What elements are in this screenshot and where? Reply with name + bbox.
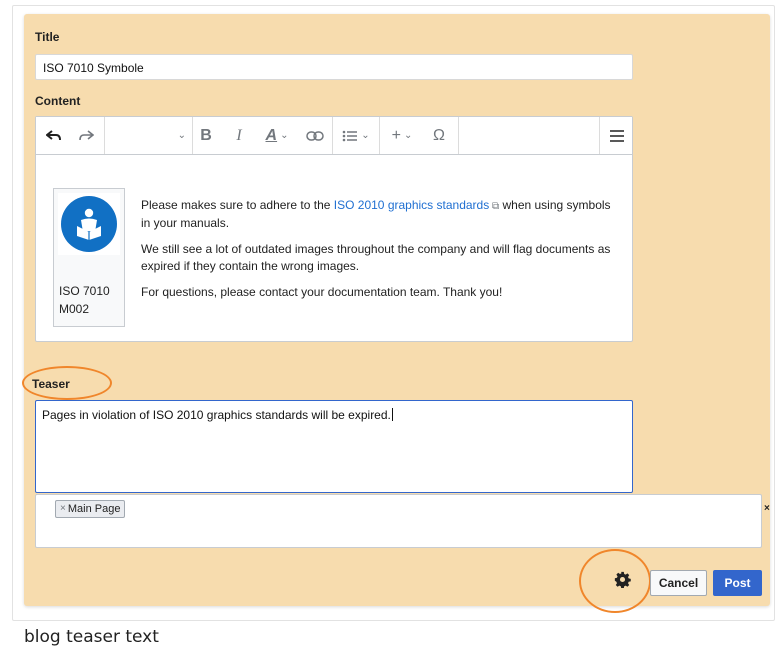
category-chip[interactable]: × Main Page (55, 500, 126, 518)
iso-symbol-image (58, 193, 120, 255)
post-button[interactable]: Post (713, 570, 762, 596)
cancel-button[interactable]: Cancel (650, 570, 707, 596)
content-label: Content (35, 94, 81, 108)
title-label: Title (35, 30, 60, 44)
redo-icon[interactable] (76, 117, 96, 154)
highlight-circle (22, 366, 112, 400)
figure-caption: blog teaser text (24, 627, 159, 647)
clear-categories-icon[interactable]: × (764, 503, 770, 514)
list-icon[interactable]: ⌄ (336, 117, 376, 154)
insert-icon[interactable]: + ⌄ (384, 117, 420, 154)
gear-icon[interactable] (613, 570, 631, 588)
editor-document[interactable]: ISO 7010 M002 Please makes sure to adher… (36, 156, 632, 342)
special-character-icon[interactable]: Ω (428, 117, 450, 154)
bold-icon[interactable]: B (196, 117, 216, 154)
italic-icon[interactable]: I (229, 117, 249, 154)
editor-body-text: Please makes sure to adhere to the ISO 2… (141, 197, 621, 310)
paragraph-1: Please makes sure to adhere to the ISO 2… (141, 198, 611, 230)
image-caption: ISO 7010 M002 (59, 284, 110, 316)
paragraph-2: We still see a lot of outdated images th… (141, 242, 611, 273)
teaser-textarea[interactable]: Pages in violation of ISO 2010 graphics … (35, 400, 633, 493)
menu-icon[interactable] (606, 117, 628, 154)
category-input[interactable]: × Main Page (35, 494, 762, 548)
image-thumbnail[interactable]: ISO 7010 M002 (53, 188, 125, 327)
title-input[interactable]: ISO 7010 Symbole (35, 54, 633, 80)
external-link-icon: ⧉ (489, 201, 500, 212)
format-dropdown[interactable]: ⌄ (106, 117, 190, 154)
read-manual-icon (61, 196, 117, 252)
text-cursor (391, 408, 393, 421)
text-style-icon[interactable]: A ⌄ (258, 117, 296, 154)
remove-category-icon[interactable]: × (60, 501, 66, 517)
content-editor: ⌄ B I A ⌄ ⌄ + ⌄ Ω ISO 7010 M002 Please m… (35, 116, 633, 342)
editor-toolbar: ⌄ B I A ⌄ ⌄ + ⌄ Ω (36, 117, 632, 155)
undo-icon[interactable] (44, 117, 64, 154)
link-icon[interactable] (302, 117, 328, 154)
paragraph-3: For questions, please contact your docum… (141, 285, 503, 299)
chevron-down-icon: ⌄ (177, 130, 186, 141)
iso-standards-link[interactable]: ISO 2010 graphics standards (334, 198, 489, 212)
